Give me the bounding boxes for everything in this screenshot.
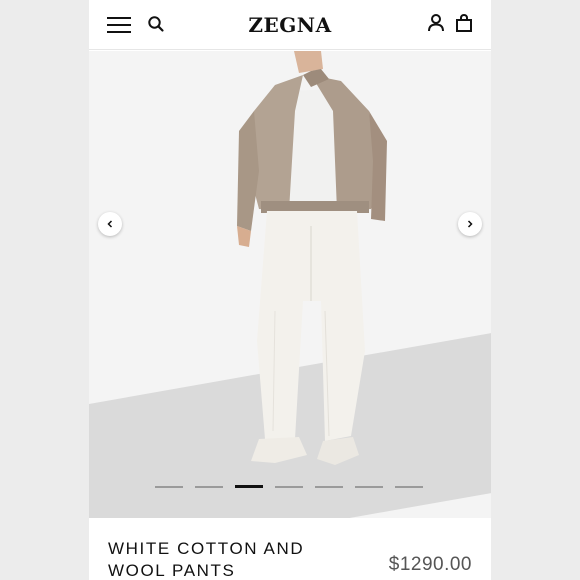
product-image-carousel[interactable] (89, 51, 491, 518)
carousel-pagination (155, 485, 435, 489)
top-header: ZEGNA (89, 0, 491, 50)
product-title: WHITE COTTON AND WOOL PANTS (108, 539, 305, 580)
carousel-dot[interactable] (355, 486, 383, 488)
product-price: $1290.00 (388, 554, 472, 575)
carousel-dot[interactable] (195, 486, 223, 488)
carousel-dot[interactable] (395, 486, 423, 488)
product-info: WHITE COTTON AND WOOL PANTS $1290.00 (89, 518, 491, 580)
chevron-left-icon (107, 220, 113, 228)
carousel-dot[interactable] (155, 486, 183, 488)
account-icon[interactable] (427, 13, 445, 33)
product-page: ZEGNA WHITE COTTON AND WOOL PANTS $1290.… (89, 0, 491, 580)
product-photo (237, 51, 387, 465)
carousel-next-button[interactable] (458, 212, 482, 236)
carousel-prev-button[interactable] (98, 212, 122, 236)
chevron-right-icon (467, 220, 473, 228)
carousel-dot[interactable] (315, 486, 343, 488)
carousel-dot[interactable] (235, 485, 263, 488)
shopping-bag-icon[interactable] (455, 13, 473, 33)
carousel-dot[interactable] (275, 486, 303, 488)
